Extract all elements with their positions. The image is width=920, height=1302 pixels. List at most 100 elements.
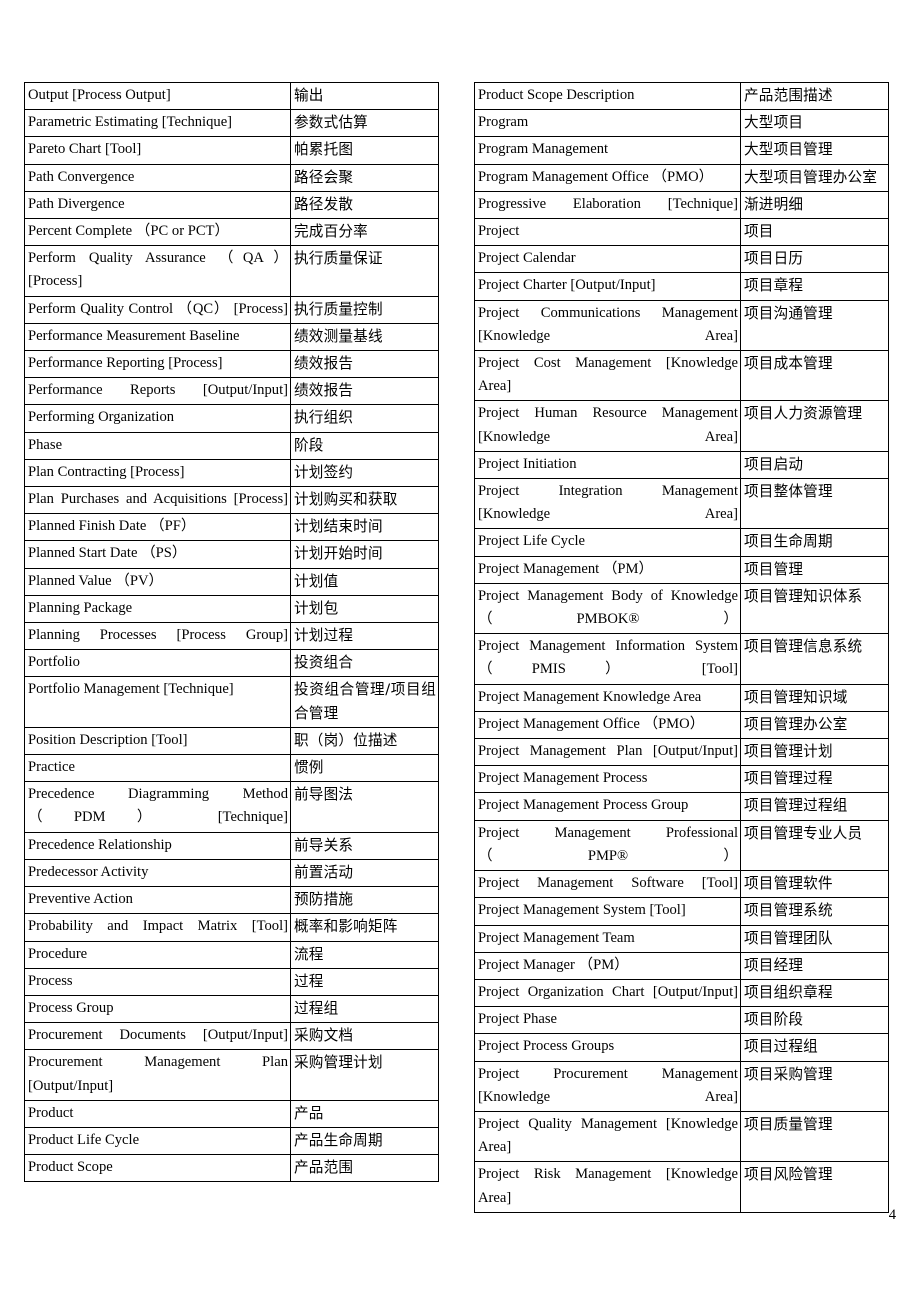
term-english: Project Integration Management [Knowledg… [474,478,741,530]
term-english: Project Management Body of Knowledge （PM… [474,582,741,635]
term-chinese: 项目 [740,218,889,247]
term-english: Precedence Diagramming Method （PDM） [Tec… [24,781,291,833]
term-english: Project Procurement Management [Knowledg… [474,1060,741,1112]
term-english: Path Convergence [24,163,291,192]
term-chinese: 投资组合 [290,649,439,678]
term-english: Product Scope Description [474,81,741,111]
term-chinese: 项目经理 [740,951,889,980]
term-english: Project Management Software [Tool] [474,870,741,899]
table-row: Product Life Cycle 产品生命周期 [24,1126,439,1156]
term-chinese: 项目管理团队 [740,924,889,953]
term-english: Planning Processes [Process Group] [24,622,291,651]
term-english: Product Life Cycle [24,1126,291,1156]
table-row: Path Convergence 路径会聚 [24,163,439,192]
page-number: 4 [888,1207,896,1223]
term-english: Project Initiation [474,450,741,480]
term-english: Project Life Cycle [474,528,741,557]
table-row: Performance Reporting [Process] 绩效报告 [24,350,439,379]
term-english: Program Management Office （PMO） [474,163,741,192]
table-row: Perform Quality Assurance （QA） [Process]… [24,245,439,297]
term-english: Plan Contracting [Process] [24,458,291,488]
term-english: Project Management Knowledge Area [474,683,741,712]
term-english: Procurement Documents [Output/Input] [24,1022,291,1051]
term-chinese: 项目启动 [740,450,889,480]
table-row: Project Cost Management [Knowledge Area]… [474,350,889,402]
term-english: Path Divergence [24,190,291,220]
term-chinese: 阶段 [290,431,439,460]
table-row: Project Management Plan [Output/Input] 项目… [474,738,889,767]
table-row: Project Management Team 项目管理团队 [474,924,889,953]
term-chinese: 项目日历 [740,245,889,274]
table-row: Planned Value （PV） 计划值 [24,567,439,596]
table-row: Progressive Elaboration [Technique] 渐进明细 [474,190,889,220]
term-chinese: 输出 [290,81,439,111]
table-row: Project Integration Management [Knowledg… [474,478,889,530]
term-chinese: 前导图法 [290,781,439,833]
term-chinese: 前置活动 [290,858,439,888]
table-row: Perform Quality Control （QC） [Process] 执行… [24,295,439,324]
term-chinese: 完成百分率 [290,218,439,247]
term-chinese: 绩效报告 [290,377,439,406]
term-chinese: 大型项目管理办公室 [740,163,889,192]
term-english: Precedence Relationship [24,831,291,860]
term-english: Perform Quality Assurance （QA） [Process] [24,245,291,297]
term-english: Project Communications Management [Knowl… [474,299,741,352]
table-row: Performing Organization 执行组织 [24,404,439,433]
term-chinese: 项目管理知识体系 [740,582,889,635]
glossary-table-left-body: Output [Process Output] 输出 Parametric Esti… [24,81,439,1183]
term-english: Project Organization Chart [Output/Input… [474,978,741,1008]
table-row: Project Management Knowledge Area 项目管理知识域 [474,683,889,712]
term-english: Portfolio [24,649,291,678]
term-english: Performing Organization [24,404,291,433]
table-row: Portfolio 投资组合 [24,649,439,678]
term-chinese: 产品 [290,1099,439,1128]
table-row: Project Phase 项目阶段 [474,1006,889,1035]
term-chinese: 项目整体管理 [740,478,889,530]
term-english: Plan Purchases and Acquisitions [Process… [24,486,291,515]
table-row: Procedure 流程 [24,940,439,969]
term-chinese: 绩效测量基线 [290,322,439,352]
table-row: Precedence Diagramming Method （PDM） [Tec… [24,781,439,833]
term-english: Output [Process Output] [24,81,291,111]
term-english: Planned Finish Date （PF） [24,513,291,542]
table-row: Process Group 过程组 [24,994,439,1024]
table-row: Product Scope 产品范围 [24,1154,439,1183]
term-english: Project Management Plan [Output/Input] [474,738,741,767]
table-row: Performance Reports [Output/Input] 绩效报告 [24,377,439,406]
term-english: Program Management [474,136,741,165]
table-row: Practice 惯例 [24,754,439,783]
term-english: Project Management Team [474,924,741,953]
table-row: Project Manager （PM） 项目经理 [474,951,889,980]
term-chinese: 项目管理知识域 [740,683,889,712]
table-row: Phase 阶段 [24,431,439,460]
table-row: Project Management Professional （PMP®） 项目… [474,819,889,872]
term-english: Project Management Process [474,765,741,794]
table-row: Program Management Office （PMO） 大型项目管理办公室 [474,163,889,192]
table-row: Project Management Software [Tool] 项目管理软件 [474,870,889,899]
term-chinese: 前导关系 [290,831,439,860]
term-chinese: 项目管理信息系统 [740,633,889,685]
table-row: Output [Process Output] 输出 [24,81,439,111]
term-english: Project Manager （PM） [474,951,741,980]
term-english: Project Cost Management [Knowledge Area] [474,350,741,402]
term-chinese: 绩效报告 [290,350,439,379]
term-chinese: 项目人力资源管理 [740,400,889,452]
term-chinese: 预防措施 [290,886,439,915]
term-chinese: 项目管理系统 [740,897,889,926]
table-row: Project Management Body of Knowledge （PM… [474,582,889,635]
term-english: Project Quality Management [Knowledge Ar… [474,1110,741,1163]
term-chinese: 项目风险管理 [740,1161,889,1213]
term-chinese: 项目章程 [740,272,889,301]
term-english: Planned Start Date （PS） [24,540,291,569]
table-row: Project Human Resource Management [Knowl… [474,400,889,452]
term-english: Procedure [24,940,291,969]
table-row: Project Initiation 项目启动 [474,450,889,480]
term-english: Preventive Action [24,886,291,915]
term-chinese: 惯例 [290,754,439,783]
term-chinese: 产品生命周期 [290,1126,439,1156]
term-english: Project Management Professional （PMP®） [474,819,741,872]
term-chinese: 执行质量保证 [290,245,439,297]
table-row: Planning Processes [Process Group] 计划过程 [24,622,439,651]
term-english: Parametric Estimating [Technique] [24,109,291,138]
table-row: Project 项目 [474,218,889,247]
